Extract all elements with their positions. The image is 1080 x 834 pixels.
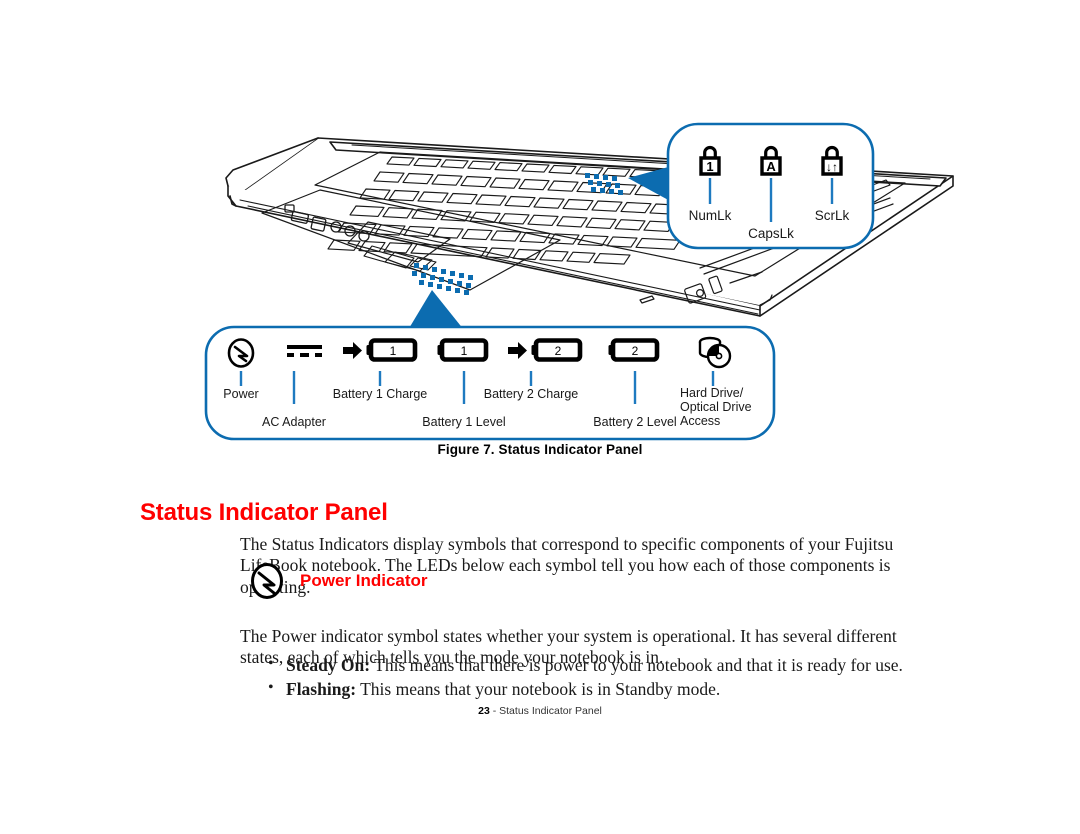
label-hard-drive-line1: Hard Drive/ bbox=[680, 386, 744, 400]
label-hard-drive-line3: Access bbox=[680, 414, 720, 428]
svg-text:2: 2 bbox=[555, 344, 562, 358]
battery-1-charge-icon: 1 bbox=[343, 341, 415, 360]
led-dots-front bbox=[412, 263, 473, 295]
footer-title: Status Indicator Panel bbox=[499, 705, 602, 717]
power-indicator-heading: Power Indicator bbox=[300, 571, 428, 590]
power-indicator-block: Power Indicator bbox=[250, 562, 428, 600]
page-title: Status Indicator Panel bbox=[140, 499, 388, 527]
list-item: Steady On: This means that there is powe… bbox=[266, 652, 956, 677]
label-ac-adapter: AC Adapter bbox=[262, 415, 326, 429]
label-battery-1-level: Battery 1 Level bbox=[422, 415, 505, 429]
svg-text:1: 1 bbox=[706, 159, 713, 174]
list-item-lead: Steady On: bbox=[286, 655, 371, 675]
figure-status-indicator-panel: 1 NumLk A CapsLk ↓↑ ScrLk Power AC Adapt… bbox=[0, 0, 1080, 470]
label-battery-2-level: Battery 2 Level bbox=[593, 415, 676, 429]
svg-text:1: 1 bbox=[461, 344, 468, 358]
figure-caption: Figure 7. Status Indicator Panel bbox=[437, 442, 643, 457]
battery-1-level-icon: 1 bbox=[438, 341, 487, 360]
power-symbol-icon bbox=[227, 338, 255, 368]
svg-text:2: 2 bbox=[632, 344, 639, 358]
label-numlk: NumLk bbox=[689, 208, 732, 223]
battery-2-level-icon: 2 bbox=[609, 341, 658, 360]
svg-text:A: A bbox=[766, 159, 776, 174]
list-item-lead: Flashing: bbox=[286, 679, 357, 699]
label-capslk: CapsLk bbox=[748, 226, 794, 241]
label-power: Power bbox=[223, 387, 258, 401]
list-item-text: This means that your notebook is in Stan… bbox=[356, 679, 721, 699]
status-callout-box: Power AC Adapter 1 Battery 1 Charge 1 Ba… bbox=[204, 325, 776, 441]
label-scrlk: ScrLk bbox=[815, 208, 850, 223]
label-hard-drive-line2: Optical Drive bbox=[680, 400, 752, 414]
svg-text:↓↑: ↓↑ bbox=[826, 160, 838, 174]
label-battery-2-charge: Battery 2 Charge bbox=[484, 387, 579, 401]
document-page: 1 NumLk A CapsLk ↓↑ ScrLk Power AC Adapt… bbox=[0, 0, 1080, 834]
svg-text:1: 1 bbox=[390, 344, 397, 358]
battery-2-charge-icon: 2 bbox=[508, 341, 580, 360]
callout-pointer-front bbox=[408, 290, 464, 330]
list-item: Flashing: This means that your notebook … bbox=[266, 676, 956, 701]
page-footer: 23 - Status Indicator Panel bbox=[0, 705, 1080, 717]
figure-illustration: 1 NumLk A CapsLk ↓↑ ScrLk Power AC Adapt… bbox=[204, 122, 954, 441]
keyboard-callout-box: 1 NumLk A CapsLk ↓↑ ScrLk bbox=[666, 122, 875, 250]
footer-separator: - bbox=[489, 705, 500, 717]
list-item-text: This means that there is power to your n… bbox=[370, 655, 903, 675]
power-state-list: Steady On: This means that there is powe… bbox=[266, 652, 956, 701]
label-battery-1-charge: Battery 1 Charge bbox=[333, 387, 428, 401]
footer-page-number: 23 bbox=[478, 705, 490, 717]
power-symbol-icon bbox=[251, 563, 283, 599]
